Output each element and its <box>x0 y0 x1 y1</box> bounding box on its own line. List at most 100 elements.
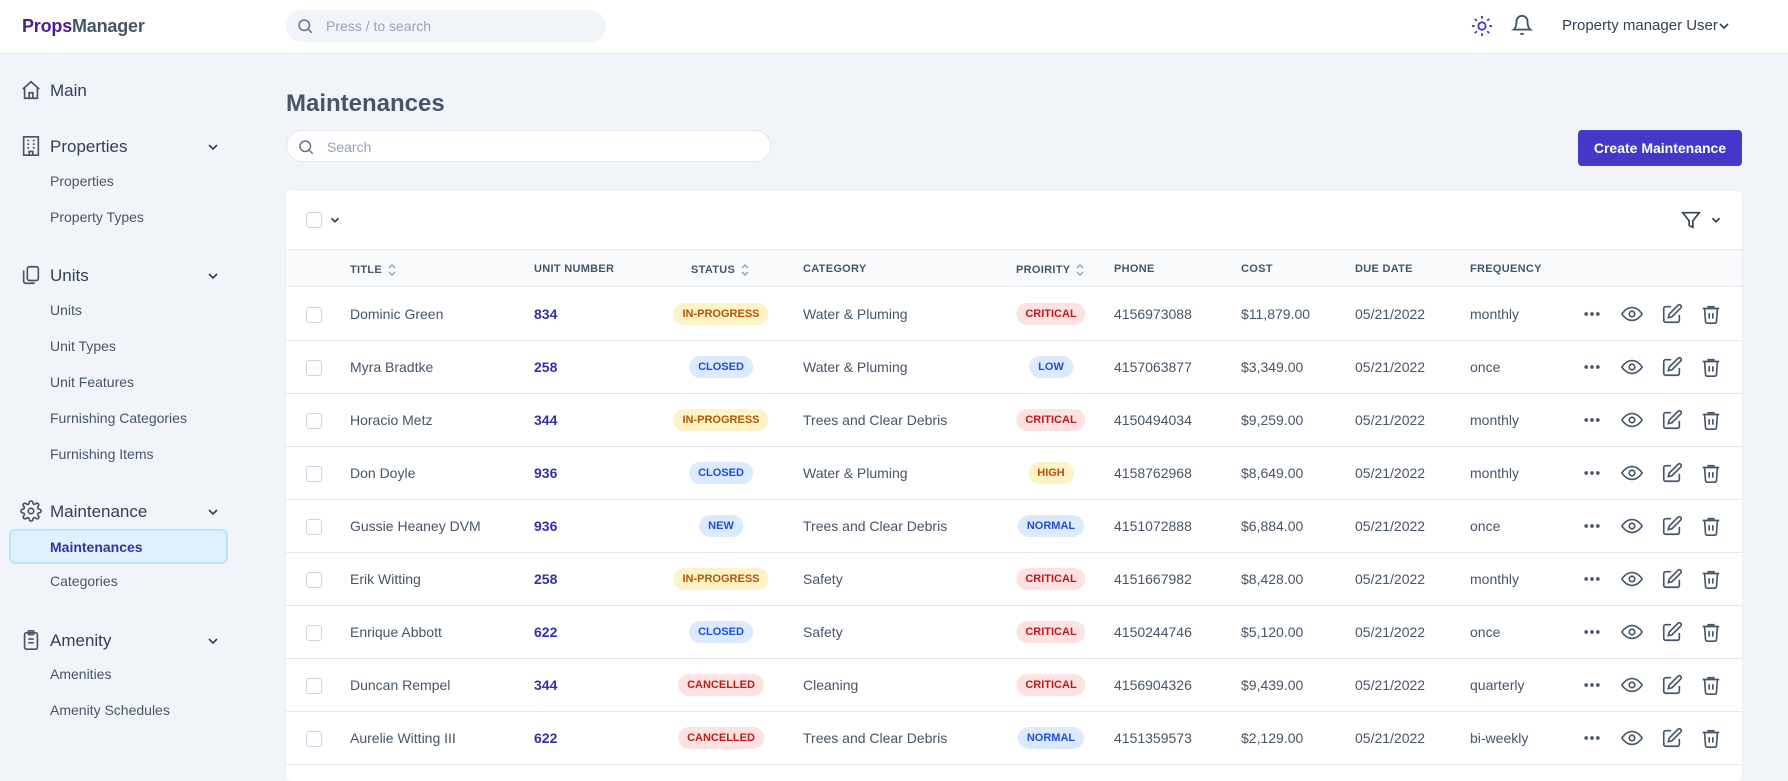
table-row[interactable]: Duncan Rempel 344 CANCELLED Cleaning CRITICA… <box>286 659 1742 712</box>
filter-icon[interactable] <box>1680 209 1702 231</box>
sidebar-item-property-types[interactable]: Property Types <box>50 209 144 225</box>
chevron-down-icon[interactable] <box>205 504 221 520</box>
more-icon[interactable] <box>1582 463 1602 488</box>
sort-icon[interactable] <box>388 263 396 277</box>
cell-frequency: monthly <box>1470 412 1520 428</box>
cell-title: Enrique Abbott <box>350 624 442 640</box>
user-menu[interactable]: Property manager User <box>1562 17 1718 34</box>
table-row[interactable]: Enrique Abbott 622 CLOSED Safety CRITICAL 415… <box>286 606 1742 659</box>
column-header-priority[interactable]: PROIRITY <box>1016 263 1084 277</box>
row-checkbox[interactable] <box>306 466 322 482</box>
more-icon[interactable] <box>1582 569 1602 594</box>
bell-icon[interactable] <box>1511 14 1533 36</box>
trash-icon[interactable] <box>1700 409 1722 436</box>
edit-icon[interactable] <box>1661 356 1683 383</box>
column-header-title[interactable]: TITLE <box>350 263 396 277</box>
cell-unit-number[interactable]: 622 <box>534 624 557 640</box>
more-icon[interactable] <box>1582 622 1602 647</box>
sidebar-item-categories[interactable]: Categories <box>50 573 118 589</box>
sidebar-item-furnishing-items[interactable]: Furnishing Items <box>50 446 153 462</box>
eye-icon[interactable] <box>1620 621 1644 648</box>
table-row[interactable]: Gussie Heaney DVM 936 NEW Trees and Clear D… <box>286 500 1742 553</box>
row-checkbox[interactable] <box>306 519 322 535</box>
edit-icon[interactable] <box>1661 727 1683 754</box>
edit-icon[interactable] <box>1661 409 1683 436</box>
sort-icon[interactable] <box>1076 263 1084 277</box>
sidebar-item-amenities[interactable]: Amenities <box>50 666 111 682</box>
chevron-down-icon[interactable] <box>205 633 221 649</box>
eye-icon[interactable] <box>1620 409 1644 436</box>
trash-icon[interactable] <box>1700 462 1722 489</box>
trash-icon[interactable] <box>1700 356 1722 383</box>
more-icon[interactable] <box>1582 357 1602 382</box>
edit-icon[interactable] <box>1661 568 1683 595</box>
row-checkbox[interactable] <box>306 413 322 429</box>
more-icon[interactable] <box>1582 516 1602 541</box>
global-search-input[interactable]: Press / to search <box>286 10 606 42</box>
trash-icon[interactable] <box>1700 303 1722 330</box>
table-row[interactable]: Erik Witting 258 IN-PROGRESS Safety CRITICAL… <box>286 553 1742 606</box>
chevron-down-icon[interactable] <box>205 268 221 284</box>
row-checkbox[interactable] <box>306 572 322 588</box>
chevron-down-icon[interactable] <box>1716 18 1732 34</box>
cell-unit-number[interactable]: 834 <box>534 306 557 322</box>
row-checkbox[interactable] <box>306 678 322 694</box>
cell-unit-number[interactable]: 258 <box>534 359 557 375</box>
trash-icon[interactable] <box>1700 727 1722 754</box>
eye-icon[interactable] <box>1620 674 1644 701</box>
search-input[interactable]: Search <box>286 130 771 162</box>
eye-icon[interactable] <box>1620 568 1644 595</box>
eye-icon[interactable] <box>1620 356 1644 383</box>
sun-icon[interactable] <box>1471 15 1493 37</box>
edit-icon[interactable] <box>1661 462 1683 489</box>
table-row[interactable]: Horacio Metz 344 IN-PROGRESS Trees and Clea… <box>286 394 1742 447</box>
row-checkbox[interactable] <box>306 360 322 376</box>
app-logo[interactable]: PropsManager <box>22 16 145 37</box>
sidebar-item-furnishing-categories[interactable]: Furnishing Categories <box>50 410 187 426</box>
cell-unit-number[interactable]: 936 <box>534 518 557 534</box>
trash-icon[interactable] <box>1700 621 1722 648</box>
more-icon[interactable] <box>1582 410 1602 435</box>
trash-icon[interactable] <box>1700 568 1722 595</box>
cell-unit-number[interactable]: 258 <box>534 571 557 587</box>
more-icon[interactable] <box>1582 675 1602 700</box>
column-header-status[interactable]: STATUS <box>691 263 749 277</box>
more-icon[interactable] <box>1582 728 1602 753</box>
table-row[interactable]: Don Doyle 936 CLOSED Water & Pluming HIGH 415… <box>286 447 1742 500</box>
sort-icon[interactable] <box>741 263 749 277</box>
more-icon[interactable] <box>1582 304 1602 329</box>
eye-icon[interactable] <box>1620 515 1644 542</box>
table-row[interactable]: Dominic Green 834 IN-PROGRESS Water & Plumi… <box>286 288 1742 341</box>
cell-category: Trees and Clear Debris <box>803 518 948 534</box>
row-checkbox[interactable] <box>306 307 322 323</box>
edit-icon[interactable] <box>1661 515 1683 542</box>
sidebar-item-properties[interactable]: Properties <box>50 173 114 189</box>
table-row[interactable]: Aurelie Witting III 622 CANCELLED Trees and… <box>286 712 1742 765</box>
table-row[interactable]: Myra Bradtke 258 CLOSED Water & Pluming LOW 4… <box>286 341 1742 394</box>
trash-icon[interactable] <box>1700 515 1722 542</box>
sidebar-item-maintenances[interactable]: Maintenances <box>9 529 228 564</box>
edit-icon[interactable] <box>1661 621 1683 648</box>
edit-icon[interactable] <box>1661 303 1683 330</box>
sidebar-item-amenity-schedules[interactable]: Amenity Schedules <box>50 702 170 718</box>
sidebar: Main Properties Properties Property Type… <box>0 54 240 768</box>
row-checkbox[interactable] <box>306 625 322 641</box>
sidebar-item-unit-features[interactable]: Unit Features <box>50 374 134 390</box>
cell-unit-number[interactable]: 344 <box>534 412 557 428</box>
cell-unit-number[interactable]: 936 <box>534 465 557 481</box>
chevron-down-icon[interactable] <box>328 213 342 227</box>
chevron-down-icon[interactable] <box>1709 213 1723 227</box>
edit-icon[interactable] <box>1661 674 1683 701</box>
eye-icon[interactable] <box>1620 727 1644 754</box>
row-checkbox[interactable] <box>306 731 322 747</box>
chevron-down-icon[interactable] <box>205 139 221 155</box>
cell-unit-number[interactable]: 622 <box>534 730 557 746</box>
create-maintenance-button[interactable]: Create Maintenance <box>1578 130 1742 166</box>
cell-unit-number[interactable]: 344 <box>534 677 557 693</box>
trash-icon[interactable] <box>1700 674 1722 701</box>
eye-icon[interactable] <box>1620 303 1644 330</box>
select-all-checkbox[interactable] <box>306 212 322 228</box>
sidebar-item-unit-types[interactable]: Unit Types <box>50 338 116 354</box>
sidebar-item-units[interactable]: Units <box>50 302 82 318</box>
eye-icon[interactable] <box>1620 462 1644 489</box>
